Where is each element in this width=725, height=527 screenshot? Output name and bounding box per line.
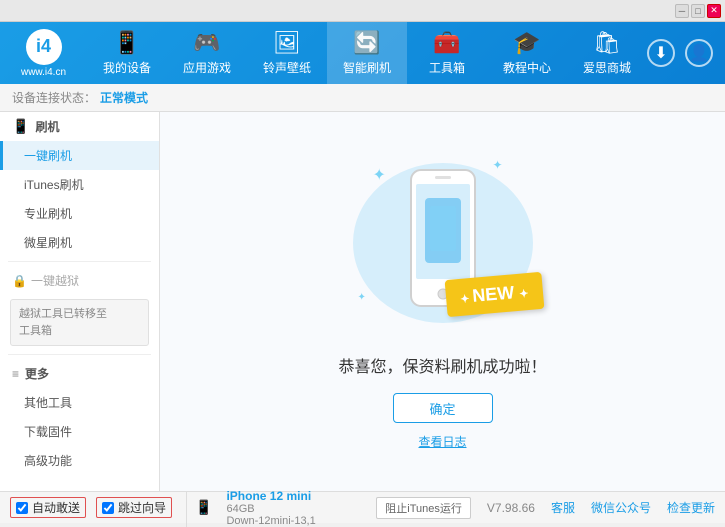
status-value: 正常模式 bbox=[100, 89, 148, 106]
success-message: 恭喜您，保资料刷机成功啦！ bbox=[338, 353, 546, 377]
new-badge-star-right: ✦ bbox=[519, 288, 529, 301]
sidebar: 📱 刷机 一键刷机 iTunes刷机 专业刷机 微星刷机 🔒 一键越狱 越狱工具… bbox=[0, 112, 160, 491]
more-label: 更多 bbox=[25, 365, 49, 382]
logo-url: www.i4.cn bbox=[21, 67, 66, 78]
wallpaper-label: 铃声壁纸 bbox=[263, 59, 311, 76]
flash-section-header: 📱 刷机 bbox=[0, 112, 159, 141]
nav-item-tutorial[interactable]: 🎓 教程中心 bbox=[487, 22, 567, 84]
status-bar: 设备连接状态： 正常模式 bbox=[0, 84, 725, 112]
check-update-link[interactable]: 检查更新 bbox=[667, 499, 715, 516]
skip-wizard-checkbox[interactable]: 跳过向导 bbox=[96, 497, 172, 518]
sidebar-divider-1 bbox=[8, 261, 151, 262]
toolbox-label: 工具箱 bbox=[429, 59, 465, 76]
lock-icon: 🔒 bbox=[12, 274, 27, 288]
sparkle-icon-2: ✦ bbox=[492, 158, 502, 172]
nav-item-smart-flash[interactable]: 🔄 智能刷机 bbox=[327, 22, 407, 84]
nav-item-my-device[interactable]: 📱 我的设备 bbox=[87, 22, 167, 84]
stop-itunes-button[interactable]: 阻止iTunes运行 bbox=[376, 497, 471, 519]
new-badge-text: NEW bbox=[471, 282, 515, 306]
main-content: 📱 刷机 一键刷机 iTunes刷机 专业刷机 微星刷机 🔒 一键越狱 越狱工具… bbox=[0, 112, 725, 491]
sparkle-icon-3: ✦ bbox=[358, 292, 366, 303]
sidebar-item-micro-flash[interactable]: 微星刷机 bbox=[0, 228, 159, 257]
apps-icon: 🎮 bbox=[193, 30, 220, 56]
bottom-left: 自动敢送 跳过向导 📱 iPhone 12 mini 64GB Down-12m… bbox=[10, 489, 376, 527]
nav-item-store[interactable]: 🛍 爱思商城 bbox=[567, 22, 647, 84]
device-storage: 64GB bbox=[226, 503, 315, 515]
nav-items: 📱 我的设备 🎮 应用游戏 🖼 铃声壁纸 🔄 智能刷机 🧰 工具箱 🎓 教程中心… bbox=[87, 22, 647, 84]
user-button[interactable]: 👤 bbox=[685, 39, 713, 67]
bottom-right: 阻止iTunes运行 V7.98.66 客服 微信公众号 检查更新 bbox=[376, 497, 715, 519]
phone-illustration: ✦ ✦ ✦ bbox=[343, 153, 543, 333]
logo-char: i4 bbox=[36, 36, 51, 57]
jailbreak-section-header: 🔒 一键越狱 bbox=[0, 266, 159, 295]
new-badge: ✦ NEW ✦ bbox=[445, 272, 544, 317]
smart-flash-label: 智能刷机 bbox=[343, 59, 391, 76]
sidebar-item-advanced[interactable]: 高级功能 bbox=[0, 446, 159, 475]
device-info: iPhone 12 mini 64GB Down-12mini-13,1 bbox=[216, 489, 315, 527]
tutorial-icon: 🎓 bbox=[513, 30, 540, 56]
close-button[interactable]: ✕ bbox=[707, 4, 721, 18]
version-label: V7.98.66 bbox=[487, 501, 535, 515]
tutorial-label: 教程中心 bbox=[503, 59, 551, 76]
right-panel: ✦ ✦ ✦ bbox=[160, 112, 725, 491]
wallpaper-icon: 🖼 bbox=[273, 30, 301, 56]
sidebar-divider-2 bbox=[8, 354, 151, 355]
title-bar: ─ □ ✕ bbox=[0, 0, 725, 22]
download-button[interactable]: ⬇ bbox=[647, 39, 675, 67]
visit-log-link[interactable]: 查看日志 bbox=[418, 433, 466, 450]
wechat-link[interactable]: 微信公众号 bbox=[591, 499, 651, 516]
sidebar-item-other-tools[interactable]: 其他工具 bbox=[0, 388, 159, 417]
nav-right: ⬇ 👤 bbox=[647, 39, 725, 67]
device-version: Down-12mini-13,1 bbox=[226, 515, 315, 527]
top-nav: i4 www.i4.cn 📱 我的设备 🎮 应用游戏 🖼 铃声壁纸 🔄 智能刷机… bbox=[0, 22, 725, 84]
maximize-button[interactable]: □ bbox=[691, 4, 705, 18]
toolbox-icon: 🧰 bbox=[433, 30, 460, 56]
sidebar-item-pro-flash[interactable]: 专业刷机 bbox=[0, 199, 159, 228]
more-section-header: ≡ 更多 bbox=[0, 359, 159, 388]
my-device-icon: 📱 bbox=[113, 30, 140, 56]
smart-flash-icon: 🔄 bbox=[353, 30, 380, 56]
confirm-button[interactable]: 确定 bbox=[393, 393, 493, 423]
jailbreak-text: 越狱工具已转移至工具箱 bbox=[19, 308, 107, 337]
store-icon: 🛍 bbox=[593, 30, 621, 56]
logo-area: i4 www.i4.cn bbox=[0, 29, 87, 78]
minimize-button[interactable]: ─ bbox=[675, 4, 689, 18]
bottom-bar: 自动敢送 跳过向导 📱 iPhone 12 mini 64GB Down-12m… bbox=[0, 491, 725, 523]
sidebar-item-one-click-flash[interactable]: 一键刷机 bbox=[0, 141, 159, 170]
sparkle-icon-1: ✦ bbox=[373, 165, 386, 185]
nav-item-wallpaper[interactable]: 🖼 铃声壁纸 bbox=[247, 22, 327, 84]
skip-wizard-input[interactable] bbox=[102, 502, 114, 514]
flash-section-icon: 📱 bbox=[12, 118, 29, 135]
apps-label: 应用游戏 bbox=[183, 59, 231, 76]
auto-launch-checkbox[interactable]: 自动敢送 bbox=[10, 497, 86, 518]
auto-launch-input[interactable] bbox=[16, 502, 28, 514]
device-type-icon: 📱 bbox=[195, 499, 212, 516]
nav-item-toolbox[interactable]: 🧰 工具箱 bbox=[407, 22, 487, 84]
logo-icon: i4 bbox=[26, 29, 62, 65]
skip-wizard-label: 跳过向导 bbox=[118, 499, 166, 516]
my-device-label: 我的设备 bbox=[103, 59, 151, 76]
flash-section-label: 刷机 bbox=[35, 118, 59, 135]
store-label: 爱思商城 bbox=[583, 59, 631, 76]
status-label: 设备连接状态： bbox=[12, 89, 96, 106]
locked-label: 一键越狱 bbox=[31, 272, 79, 289]
auto-launch-label: 自动敢送 bbox=[32, 499, 80, 516]
sidebar-item-itunes-flash[interactable]: iTunes刷机 bbox=[0, 170, 159, 199]
sidebar-item-download-firmware[interactable]: 下载固件 bbox=[0, 417, 159, 446]
nav-item-apps[interactable]: 🎮 应用游戏 bbox=[167, 22, 247, 84]
support-link[interactable]: 客服 bbox=[551, 499, 575, 516]
jailbreak-notice: 越狱工具已转移至工具箱 bbox=[10, 299, 149, 346]
